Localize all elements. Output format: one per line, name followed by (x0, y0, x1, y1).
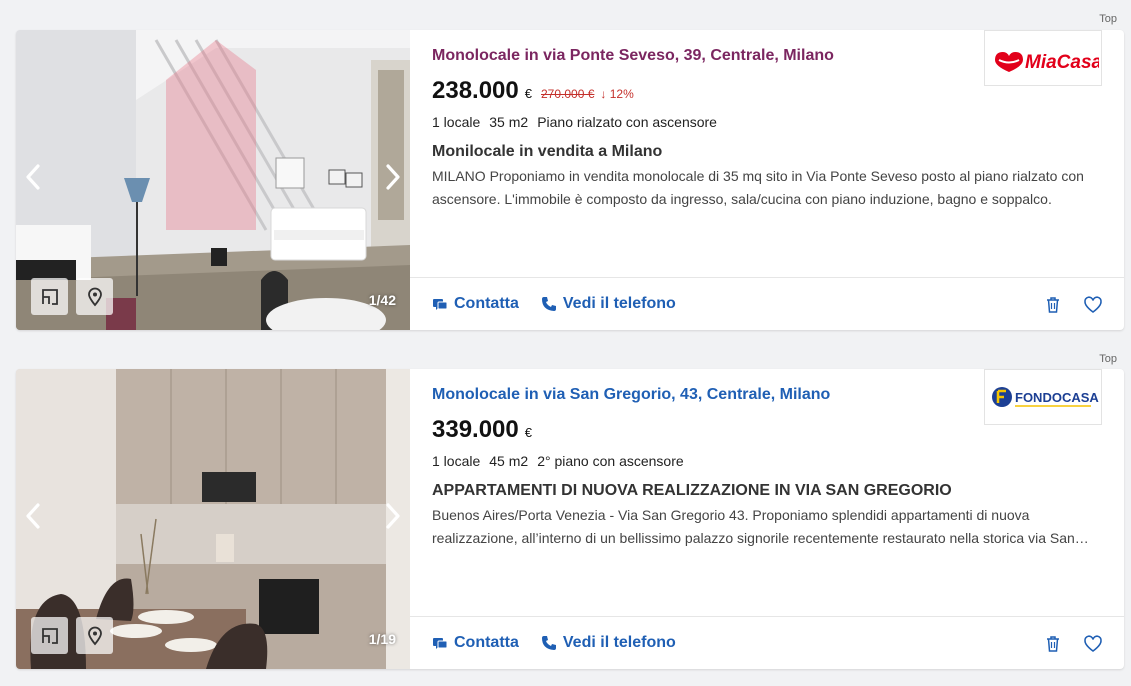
top-badge: Top (1099, 13, 1117, 25)
listing-card[interactable]: 1/42 Monolocale in via Ponte Seveso, 39,… (16, 30, 1124, 330)
listing-description: Buenos Aires/Porta Venezia - Via San Gre… (432, 507, 1075, 546)
svg-text:FONDOCASA: FONDOCASA (1015, 390, 1099, 405)
previous-photo-button[interactable] (22, 501, 44, 531)
floorplan-icon (41, 288, 58, 305)
phone-button[interactable]: Vedi il telefono (541, 295, 676, 313)
map-pin-icon (87, 287, 102, 306)
trash-icon (1047, 297, 1059, 313)
listing-price: 238.000 (432, 77, 519, 104)
trash-icon (1047, 636, 1059, 652)
phone-label: Vedi il telefono (562, 295, 676, 312)
contact-button[interactable]: Contatta (432, 295, 519, 313)
listing-photo[interactable]: 1/19 (16, 369, 410, 669)
svg-text:MiaCasa: MiaCasa (1025, 52, 1099, 73)
listing-info: Monolocale in via Ponte Seveso, 39, Cent… (410, 30, 1124, 277)
listing-info: Monolocale in via San Gregorio, 43, Cent… (410, 369, 1124, 616)
top-badge: Top (1099, 353, 1117, 365)
photo-counter: 1/42 (368, 292, 396, 308)
previous-photo-button[interactable] (22, 162, 44, 192)
price-drop: ↓ 12% (600, 87, 634, 101)
chat-icon (433, 299, 448, 310)
map-button[interactable] (76, 278, 113, 315)
listing-subtitle: Monilocale in vendita a Milano (432, 143, 663, 160)
phone-button[interactable]: Vedi il telefono (541, 634, 676, 652)
chevron-right-icon (386, 503, 400, 529)
currency: € (524, 86, 532, 101)
map-button[interactable] (76, 617, 113, 654)
chevron-right-icon (386, 164, 400, 190)
contact-label: Contatta (454, 295, 519, 312)
floorplan-icon (41, 627, 58, 644)
listing-actions: Contatta Vedi il telefono (410, 616, 1124, 669)
save-favorite-button[interactable] (1082, 633, 1104, 655)
floorplan-button[interactable] (31, 278, 68, 315)
heart-icon (1084, 635, 1102, 652)
save-favorite-button[interactable] (1082, 294, 1104, 316)
map-pin-icon (87, 626, 102, 645)
currency: € (524, 425, 532, 440)
feature-surface: 45 m2 (489, 453, 529, 469)
hide-listing-button[interactable] (1042, 294, 1064, 316)
old-price: 270.000 € (541, 87, 595, 101)
chat-icon (433, 638, 448, 649)
fondocasa-logo: FONDOCASA (992, 387, 1099, 407)
miacasa-logo: MiaCasa (995, 52, 1099, 73)
listing-title[interactable]: Monolocale in via San Gregorio, 43, Cent… (432, 385, 830, 405)
phone-icon (541, 297, 556, 311)
feature-floor: 2° piano con ascensore (537, 453, 684, 469)
listing-features: 1 locale 45 m2 2° piano con ascensore (432, 452, 1102, 470)
listing-title[interactable]: Monolocale in via Ponte Seveso, 39, Cent… (432, 46, 834, 66)
floorplan-button[interactable] (31, 617, 68, 654)
next-photo-button[interactable] (382, 501, 404, 531)
chevron-left-icon (26, 503, 40, 529)
listing-subtitle: APPARTAMENTI DI NUOVA REALIZZAZIONE IN V… (432, 482, 952, 499)
phone-icon (541, 636, 556, 650)
next-photo-button[interactable] (382, 162, 404, 192)
contact-button[interactable]: Contatta (432, 634, 519, 652)
hide-listing-button[interactable] (1042, 633, 1064, 655)
listing-features: 1 locale 35 m2 Piano rialzato con ascens… (432, 113, 1102, 131)
phone-label: Vedi il telefono (562, 634, 676, 651)
feature-rooms: 1 locale (432, 114, 481, 130)
listing-price: 339.000 (432, 416, 519, 443)
chevron-left-icon (26, 164, 40, 190)
listing-actions: Contatta Vedi il telefono (410, 277, 1124, 330)
photo-counter: 1/19 (368, 631, 396, 647)
feature-surface: 35 m2 (489, 114, 529, 130)
listing-photo[interactable]: 1/42 (16, 30, 410, 330)
agency-logo[interactable]: FONDOCASA (984, 369, 1102, 425)
heart-icon (1084, 296, 1102, 313)
feature-floor: Piano rialzato con ascensore (537, 114, 717, 130)
contact-label: Contatta (454, 634, 519, 651)
feature-rooms: 1 locale (432, 453, 481, 469)
agency-logo[interactable]: MiaCasa (984, 30, 1102, 86)
listing-card[interactable]: 1/19 Monolocale in via San Gregorio, 43,… (16, 369, 1124, 669)
listing-description: MILANO Proponiamo in vendita monolocale … (432, 168, 1084, 207)
